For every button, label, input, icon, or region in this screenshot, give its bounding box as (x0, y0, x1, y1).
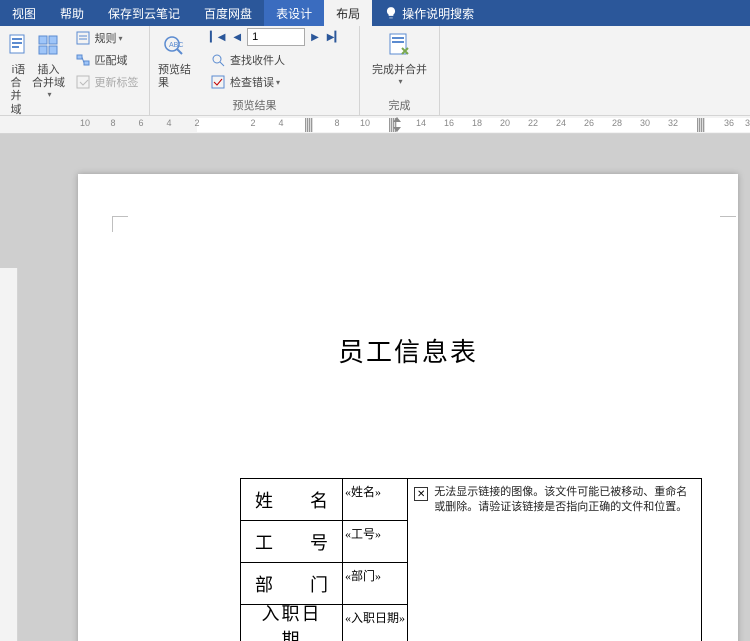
update-icon (76, 75, 90, 89)
ruler-tick: 6 (138, 118, 143, 128)
ruler-tick: 10 (80, 118, 90, 128)
tell-me-search[interactable]: 操作说明搜索 (372, 0, 486, 26)
chevron-down-icon: ▾ (47, 90, 51, 100)
ruler-tick: 24 (556, 118, 566, 128)
hanging-indent-icon[interactable] (393, 127, 401, 132)
ruler-tick: 2 (194, 118, 199, 128)
preview-results-button[interactable]: ABC 预览结果 (156, 28, 196, 92)
tell-me-label: 操作说明搜索 (402, 5, 474, 22)
next-record-button[interactable]: ▶ (309, 32, 321, 43)
chevron-down-icon: ▾ (398, 77, 402, 87)
first-record-button[interactable]: ▎◀ (208, 32, 227, 43)
broken-image-placeholder: ✕ 无法显示链接的图像。该文件可能已被移动、重命名或删除。请验证该链接是否指向正… (414, 485, 695, 516)
finish-icon (386, 32, 414, 60)
merge-field-dept[interactable]: «部门» (342, 563, 407, 605)
ruler-tick: 14 (416, 118, 426, 128)
tab-table-design[interactable]: 表设计 (264, 0, 324, 26)
last-record-button[interactable]: ▶▎ (325, 32, 344, 43)
match-icon (76, 53, 90, 67)
ruler-tick: 32 (668, 118, 678, 128)
check-errors-button[interactable]: 检查错误▾ (208, 72, 344, 92)
crop-mark-icon (112, 216, 128, 232)
ribbon: i语 合并域 插入 合并域▾ 规则▾ 匹配域 更新标签 (0, 26, 750, 116)
tab-help[interactable]: 帮助 (48, 0, 96, 26)
vertical-ruler[interactable] (0, 268, 18, 641)
prev-record-button[interactable]: ◀ (231, 32, 243, 43)
document-title: 员工信息表 (338, 332, 478, 369)
ruler-tick: 22 (528, 118, 538, 128)
ruler-tick: 4 (166, 118, 171, 128)
tab-layout[interactable]: 布局 (324, 0, 372, 26)
broken-image-text: 无法显示链接的图像。该文件可能已被移动、重命名或删除。请验证该链接是否指向正确的… (434, 485, 695, 516)
rules-icon (76, 31, 90, 45)
ruler-tick: 38 (745, 118, 750, 128)
greeting-line-button[interactable]: i语 合并域 (9, 28, 29, 119)
table-row: 姓名 «姓名» ✕ 无法显示链接的图像。该文件可能已被移动、重命名或删除。请验证… (241, 479, 702, 521)
horizontal-ruler[interactable]: 108642246810141618202224262830323638 (0, 116, 750, 134)
photo-cell: ✕ 无法显示链接的图像。该文件可能已被移动、重命名或删除。请验证该链接是否指向正… (408, 479, 702, 641)
ruler-tick: 8 (110, 118, 115, 128)
search-icon (211, 53, 225, 67)
group-label-finish: 完成 (389, 95, 411, 115)
record-nav: ▎◀ ◀ ▶ ▶▎ (208, 28, 344, 46)
ruler-tick: 18 (472, 118, 482, 128)
tab-save-cloud[interactable]: 保存到云笔记 (96, 0, 192, 26)
ruler-tick: 10 (360, 118, 370, 128)
broken-image-icon: ✕ (414, 487, 428, 501)
greeting-icon (9, 34, 29, 58)
ruler-tick: 16 (444, 118, 454, 128)
column-marker-icon[interactable] (697, 118, 705, 132)
first-line-indent-icon[interactable] (393, 117, 401, 122)
record-number-input[interactable] (247, 28, 305, 46)
ruler-tick: 28 (612, 118, 622, 128)
preview-icon: ABC (162, 34, 190, 58)
label-hire-date: 入职日期 (241, 605, 343, 641)
match-fields-button[interactable]: 匹配域 (73, 50, 141, 70)
label-id: 工号 (241, 521, 343, 563)
merge-field-hire-date[interactable]: «入职日期» (342, 605, 407, 641)
ribbon-group-preview: ABC 预览结果 ▎◀ ◀ ▶ ▶▎ 查找收件人 (150, 26, 360, 115)
label-dept: 部门 (241, 563, 343, 605)
chevron-down-icon: ▾ (276, 78, 280, 87)
tab-view[interactable]: 视图 (0, 0, 48, 26)
insert-merge-field-button[interactable]: 插入 合并域▾ (29, 28, 69, 102)
merge-field-id[interactable]: «工号» (342, 521, 407, 563)
label-name: 姓名 (241, 479, 343, 521)
finish-merge-button[interactable]: 完成并合并 ▾ (366, 28, 434, 89)
bulb-icon (384, 6, 398, 20)
workspace: 员工信息表 姓名 «姓名» ✕ 无法显示链接的图像。该文件可能已被移动、重命名或… (0, 134, 750, 641)
ruler-tick: 4 (278, 118, 283, 128)
chevron-down-icon: ▾ (119, 34, 123, 43)
ruler-tick: 36 (724, 118, 734, 128)
update-labels-button: 更新标签 (73, 72, 141, 92)
rules-button[interactable]: 规则▾ (73, 28, 141, 48)
tab-baidu[interactable]: 百度网盘 (192, 0, 264, 26)
crop-mark-icon (720, 216, 736, 232)
menubar: 视图 帮助 保存到云笔记 百度网盘 表设计 布局 操作说明搜索 (0, 0, 750, 26)
ruler-tick: 26 (584, 118, 594, 128)
ruler-tick: 2 (250, 118, 255, 128)
ruler-tick: 8 (334, 118, 339, 128)
employee-info-table: 姓名 «姓名» ✕ 无法显示链接的图像。该文件可能已被移动、重命名或删除。请验证… (240, 478, 702, 641)
find-recipient-button[interactable]: 查找收件人 (208, 50, 344, 70)
ribbon-group-finish: 完成并合并 ▾ 完成 (360, 26, 440, 115)
group-label-preview: 预览结果 (233, 95, 277, 115)
check-icon (211, 75, 225, 89)
insert-field-icon (37, 34, 61, 58)
ruler-tick: 20 (500, 118, 510, 128)
ruler-tick: 30 (640, 118, 650, 128)
ribbon-group-write-insert: i语 合并域 插入 合并域▾ 规则▾ 匹配域 更新标签 (0, 26, 150, 115)
svg-text:ABC: ABC (169, 42, 183, 49)
column-marker-icon[interactable] (305, 118, 313, 132)
merge-field-name[interactable]: «姓名» (342, 479, 407, 521)
